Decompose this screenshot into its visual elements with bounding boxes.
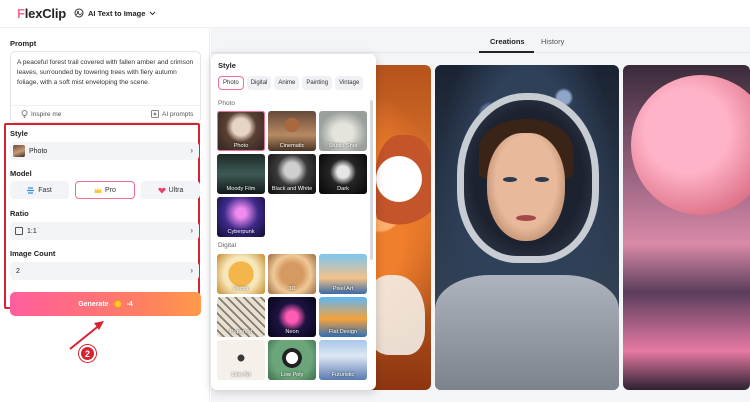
style-tile-black-and-white[interactable]: Black and White [268,154,316,194]
style-tile-label: Pixel Art [332,286,354,292]
image-2-lips [516,215,536,221]
style-tile-dark[interactable]: Dark [319,154,367,194]
popup-scrollbar[interactable] [370,100,373,260]
style-tile-studio-shot[interactable]: Studio Shot [319,111,367,151]
top-bar: FlexClip AI Text to Image [0,0,750,28]
style-tile-label: Studio Shot [328,143,358,149]
generated-image-2[interactable] [435,65,619,390]
image-2-eye [503,177,517,182]
style-tile-label: Cyberpunk [227,229,255,235]
style-tile-flat-design[interactable]: Flat Design [319,297,367,337]
annotation-arrow-icon [69,321,104,350]
style-tile-cyberpunk[interactable]: Cyberpunk [217,197,265,237]
style-tile-futuristic[interactable]: Futuristic [319,340,367,380]
tab-history[interactable]: History [541,37,564,46]
tab-creations[interactable]: Creations [490,37,525,46]
style-tile-label: 3D [288,286,296,292]
style-tile-label: Cinematic [279,143,305,149]
logo-text: FlexClip [17,6,66,21]
chip-digital[interactable]: Digital [246,76,272,90]
chip-anime[interactable]: Anime [274,76,300,90]
image-tool-icon [74,8,84,18]
style-picker-popup: Style Photo Digital Anime Painting Vinta… [211,54,376,390]
app-logo[interactable]: FlexClip [17,6,66,21]
style-tile-label: Papercut [229,329,253,335]
chevron-down-icon [150,11,156,15]
photo-style-grid: Photo Cinematic Studio Shot Moody Film B… [217,111,367,237]
tool-switch-dropdown[interactable]: AI Text to Image [74,8,156,18]
style-tile-papercut[interactable]: Papercut [217,297,265,337]
style-tile-label: Dark [337,186,349,192]
style-tile-photo[interactable]: Photo [217,111,265,151]
chip-photo[interactable]: Photo [218,76,244,90]
style-tile-label: Neon [285,329,299,335]
style-popup-title: Style [218,61,236,70]
style-tile-label: Line Art [231,372,251,378]
style-tile-label: Vector [233,286,249,292]
generated-image-3[interactable] [623,65,750,390]
chip-vintage[interactable]: Vintage [335,76,364,90]
image-2-suit [435,275,619,390]
style-tile-moody-film[interactable]: Moody Film [217,154,265,194]
tool-switch-label: AI Text to Image [88,8,146,18]
step-number-badge: 2 [79,345,96,362]
style-tile-line-art[interactable]: Line Art [217,340,265,380]
image-1-detail [375,135,431,245]
style-tile-cinematic[interactable]: Cinematic [268,111,316,151]
chip-painting[interactable]: Painting [302,76,333,90]
style-tile-3d[interactable]: 3D [268,254,316,294]
digital-section-label: Digital [218,242,237,249]
style-tile-low-poly[interactable]: Low Poly [268,340,316,380]
image-3-moon [631,75,750,215]
style-category-chips: Photo Digital Anime Painting Vintage [218,76,364,90]
result-tabs: Creations History [211,28,750,53]
image-2-eye [535,177,549,182]
style-tile-label: Moody Film [226,186,256,192]
style-tile-label: Photo [233,143,249,149]
settings-panel: Prompt A peaceful forest trail covered w… [0,28,210,402]
style-tile-vector[interactable]: Vector [217,254,265,294]
photo-section-label: Photo [218,100,235,107]
style-tile-label: Flat Design [328,329,358,335]
active-tab-underline [479,51,534,53]
style-tile-neon[interactable]: Neon [268,297,316,337]
image-2-face [487,133,565,241]
style-tile-label: Low Poly [280,372,304,378]
style-tile-label: Futuristic [331,372,355,378]
style-tile-label: Black and White [271,186,313,192]
digital-style-grid: Vector 3D Pixel Art Papercut Neon Flat D… [217,254,367,380]
style-tile-pixel-art[interactable]: Pixel Art [319,254,367,294]
